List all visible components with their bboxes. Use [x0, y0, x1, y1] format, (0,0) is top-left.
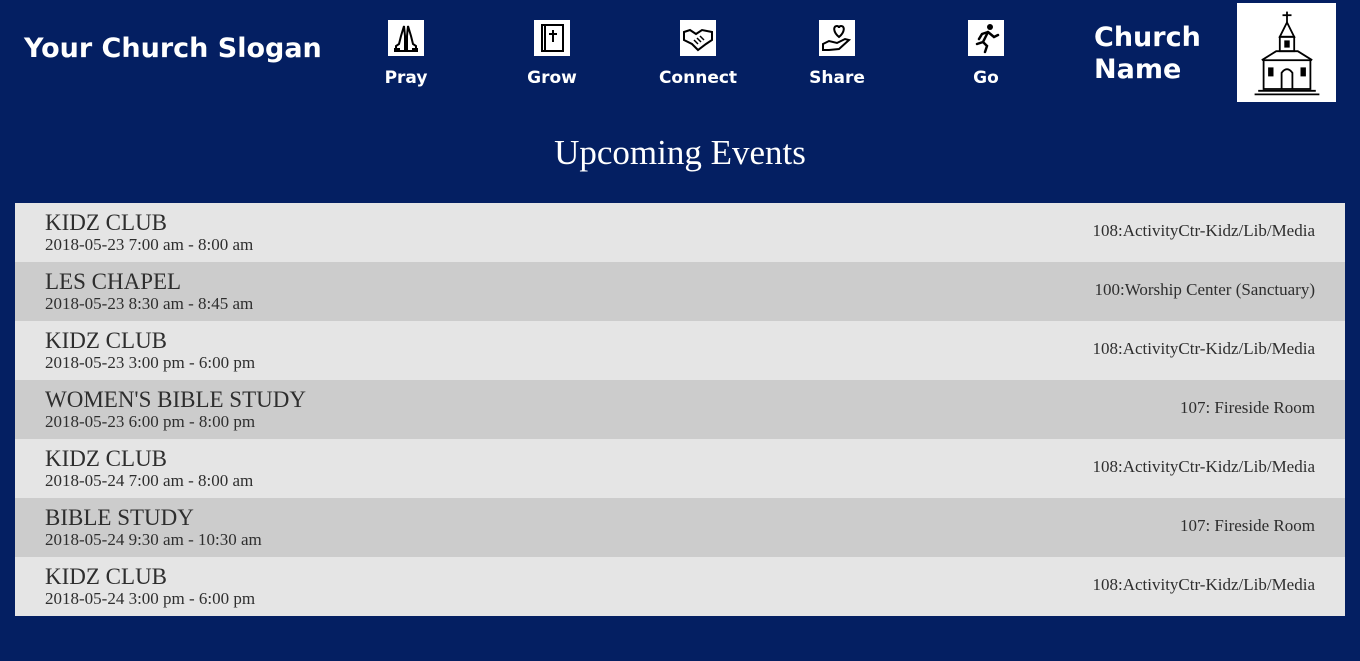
- event-location: 108:ActivityCtr-Kidz/Lib/Media: [1092, 339, 1315, 358]
- event-location: 100:Worship Center (Sanctuary): [1094, 280, 1315, 299]
- event-location: 108:ActivityCtr-Kidz/Lib/Media: [1092, 221, 1315, 240]
- event-time: 2018-05-23 7:00 am - 8:00 am: [45, 235, 254, 254]
- church-name: Church Name: [1094, 22, 1201, 85]
- nav-item-go[interactable]: Go: [926, 20, 1046, 88]
- event-location: 107: Fireside Room: [1179, 516, 1315, 535]
- event-row[interactable]: WOMEN'S BIBLE STUDY 2018-05-23 6:00 pm -…: [15, 380, 1345, 439]
- event-row[interactable]: KIDZ CLUB 2018-05-24 3:00 pm - 6:00 pm 1…: [15, 557, 1345, 616]
- praying-hands-icon: [388, 20, 424, 56]
- nav-label-connect: Connect: [658, 68, 738, 88]
- event-title: BIBLE STUDY: [45, 505, 194, 530]
- nav-item-grow[interactable]: Grow: [492, 20, 612, 88]
- event-row[interactable]: KIDZ CLUB 2018-05-24 7:00 am - 8:00 am 1…: [15, 439, 1345, 498]
- handshake-icon: [680, 20, 716, 56]
- event-time: 2018-05-23 3:00 pm - 6:00 pm: [45, 353, 256, 372]
- event-time: 2018-05-23 8:30 am - 8:45 am: [45, 294, 254, 313]
- event-time: 2018-05-24 7:00 am - 8:00 am: [45, 471, 254, 490]
- nav-label-go: Go: [973, 68, 999, 88]
- nav-item-connect[interactable]: Connect: [638, 20, 758, 88]
- nav-label-share: Share: [809, 68, 865, 88]
- events-list: KIDZ CLUB 2018-05-23 7:00 am - 8:00 am 1…: [15, 203, 1345, 616]
- event-title: KIDZ CLUB: [45, 328, 168, 353]
- event-title: WOMEN'S BIBLE STUDY: [45, 387, 306, 412]
- event-location: 108:ActivityCtr-Kidz/Lib/Media: [1092, 575, 1315, 594]
- running-person-icon: [968, 20, 1004, 56]
- event-location: 108:ActivityCtr-Kidz/Lib/Media: [1092, 457, 1315, 476]
- nav-item-pray[interactable]: Pray: [346, 20, 466, 88]
- bible-icon: [534, 20, 570, 56]
- event-title: LES CHAPEL: [45, 269, 182, 294]
- church-logo[interactable]: [1237, 3, 1336, 102]
- upcoming-events-heading: Upcoming Events: [554, 133, 806, 172]
- event-row[interactable]: LES CHAPEL 2018-05-23 8:30 am - 8:45 am …: [15, 262, 1345, 321]
- event-row[interactable]: KIDZ CLUB 2018-05-23 3:00 pm - 6:00 pm 1…: [15, 321, 1345, 380]
- nav-label-grow: Grow: [527, 68, 577, 88]
- event-title: KIDZ CLUB: [45, 446, 168, 471]
- event-title: KIDZ CLUB: [45, 564, 168, 589]
- event-title: KIDZ CLUB: [45, 210, 168, 235]
- event-location: 107: Fireside Room: [1179, 398, 1315, 417]
- event-time: 2018-05-24 9:30 am - 10:30 am: [45, 530, 262, 549]
- site-header: Your Church Slogan Pray Grow Connect Sha…: [0, 0, 1360, 115]
- event-row[interactable]: KIDZ CLUB 2018-05-23 7:00 am - 8:00 am 1…: [15, 203, 1345, 262]
- heart-hand-icon: [819, 20, 855, 56]
- event-row[interactable]: BIBLE STUDY 2018-05-24 9:30 am - 10:30 a…: [15, 498, 1345, 557]
- nav-label-pray: Pray: [384, 68, 428, 88]
- event-time: 2018-05-23 6:00 pm - 8:00 pm: [45, 412, 256, 431]
- church-icon: [1254, 11, 1319, 95]
- event-time: 2018-05-24 3:00 pm - 6:00 pm: [45, 589, 256, 608]
- church-slogan: Your Church Slogan: [24, 33, 322, 64]
- nav-item-share[interactable]: Share: [777, 20, 897, 88]
